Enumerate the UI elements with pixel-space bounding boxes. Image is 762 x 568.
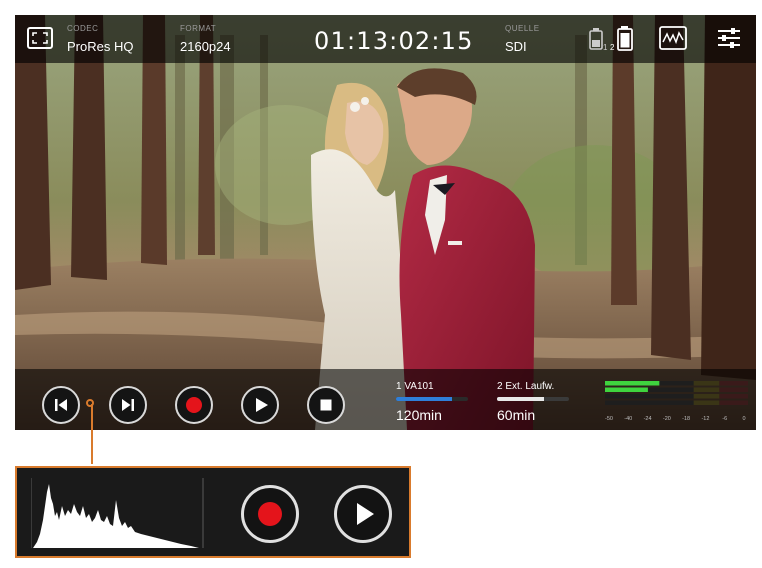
slot-2-time: 60min: [497, 407, 536, 423]
battery-2-number: 2: [610, 43, 615, 52]
settings-sliders-icon[interactable]: [717, 27, 741, 49]
audio-meter-level-2: [605, 387, 648, 392]
audio-meter-scale-label: -12: [701, 416, 709, 422]
stop-icon: [320, 399, 332, 411]
audio-meter-level-1: [605, 381, 660, 386]
codec-label: CODEC: [67, 24, 99, 33]
slot-1-capacity-bar: [396, 397, 468, 401]
audio-meter-zone: [693, 387, 720, 392]
audio-meter-zone: [693, 381, 720, 386]
video-image: [15, 15, 756, 430]
timecode[interactable]: 01:13:02:15: [314, 27, 474, 55]
audio-meter-scale-label: -40: [624, 416, 632, 422]
slot-1-label[interactable]: 1 VA101: [396, 381, 434, 392]
codec-value[interactable]: ProRes HQ: [67, 39, 133, 54]
source-label: QUELLE: [505, 24, 540, 33]
audio-meter-zone: [719, 400, 748, 405]
skip-forward-icon: [122, 399, 134, 411]
audio-meter-scale-label: -24: [644, 416, 652, 422]
slot-2-capacity-fill: [497, 397, 544, 401]
callout-play-button: [334, 485, 392, 543]
audio-meter-zone: [693, 400, 720, 405]
audio-meter-scale-label: -20: [663, 416, 671, 422]
slot-1-capacity-fill: [396, 397, 453, 401]
stop-button[interactable]: [307, 386, 345, 424]
audio-meter-zone: [719, 381, 748, 386]
audio-meter-scale-label: -50: [605, 416, 613, 422]
audio-meter-zone: [719, 387, 748, 392]
callout-line: [91, 404, 93, 464]
screen-mode-icon[interactable]: [27, 27, 53, 49]
monitor-screen: CODEC ProRes HQ FORMAT 2160p24 01:13:02:…: [15, 15, 756, 430]
slot-2-capacity-bar: [497, 397, 569, 401]
callout-dot: [86, 399, 94, 407]
skip-back-button[interactable]: [42, 386, 80, 424]
record-button[interactable]: [175, 386, 213, 424]
source-value[interactable]: SDI: [505, 39, 527, 54]
transport-bar: 1 VA101 120min 2 Ext. Laufw. 60min -50 -4…: [15, 369, 756, 430]
play-button[interactable]: [241, 386, 279, 424]
waveform-scope-icon[interactable]: [659, 26, 687, 50]
histogram: [31, 478, 204, 548]
play-icon: [256, 398, 268, 412]
audio-meter-scale-label: -18: [682, 416, 690, 422]
status-bar: CODEC ProRes HQ FORMAT 2160p24 01:13:02:…: [15, 15, 756, 63]
play-icon: [357, 503, 374, 525]
audio-meters[interactable]: -50 -40 -24 -20 -18 -12 -6 0: [603, 379, 750, 423]
slot-1-time: 120min: [396, 407, 442, 423]
battery-1-number: 1: [603, 43, 608, 52]
slot-2-label[interactable]: 2 Ext. Laufw.: [497, 381, 554, 392]
callout-record-button: [241, 485, 299, 543]
callout-zoom-panel: [15, 466, 411, 558]
format-value[interactable]: 2160p24: [180, 39, 231, 54]
audio-meter-zone: [719, 394, 748, 399]
battery-2-icon: [617, 25, 633, 53]
record-icon: [186, 397, 202, 413]
skip-forward-button[interactable]: [109, 386, 147, 424]
audio-meter-zone: [693, 394, 720, 399]
audio-meter-scale-label: -6: [722, 416, 727, 422]
record-icon: [258, 502, 282, 526]
format-label: FORMAT: [180, 24, 217, 33]
audio-meter-scale-label: 0: [742, 416, 745, 422]
skip-back-icon: [55, 399, 67, 411]
